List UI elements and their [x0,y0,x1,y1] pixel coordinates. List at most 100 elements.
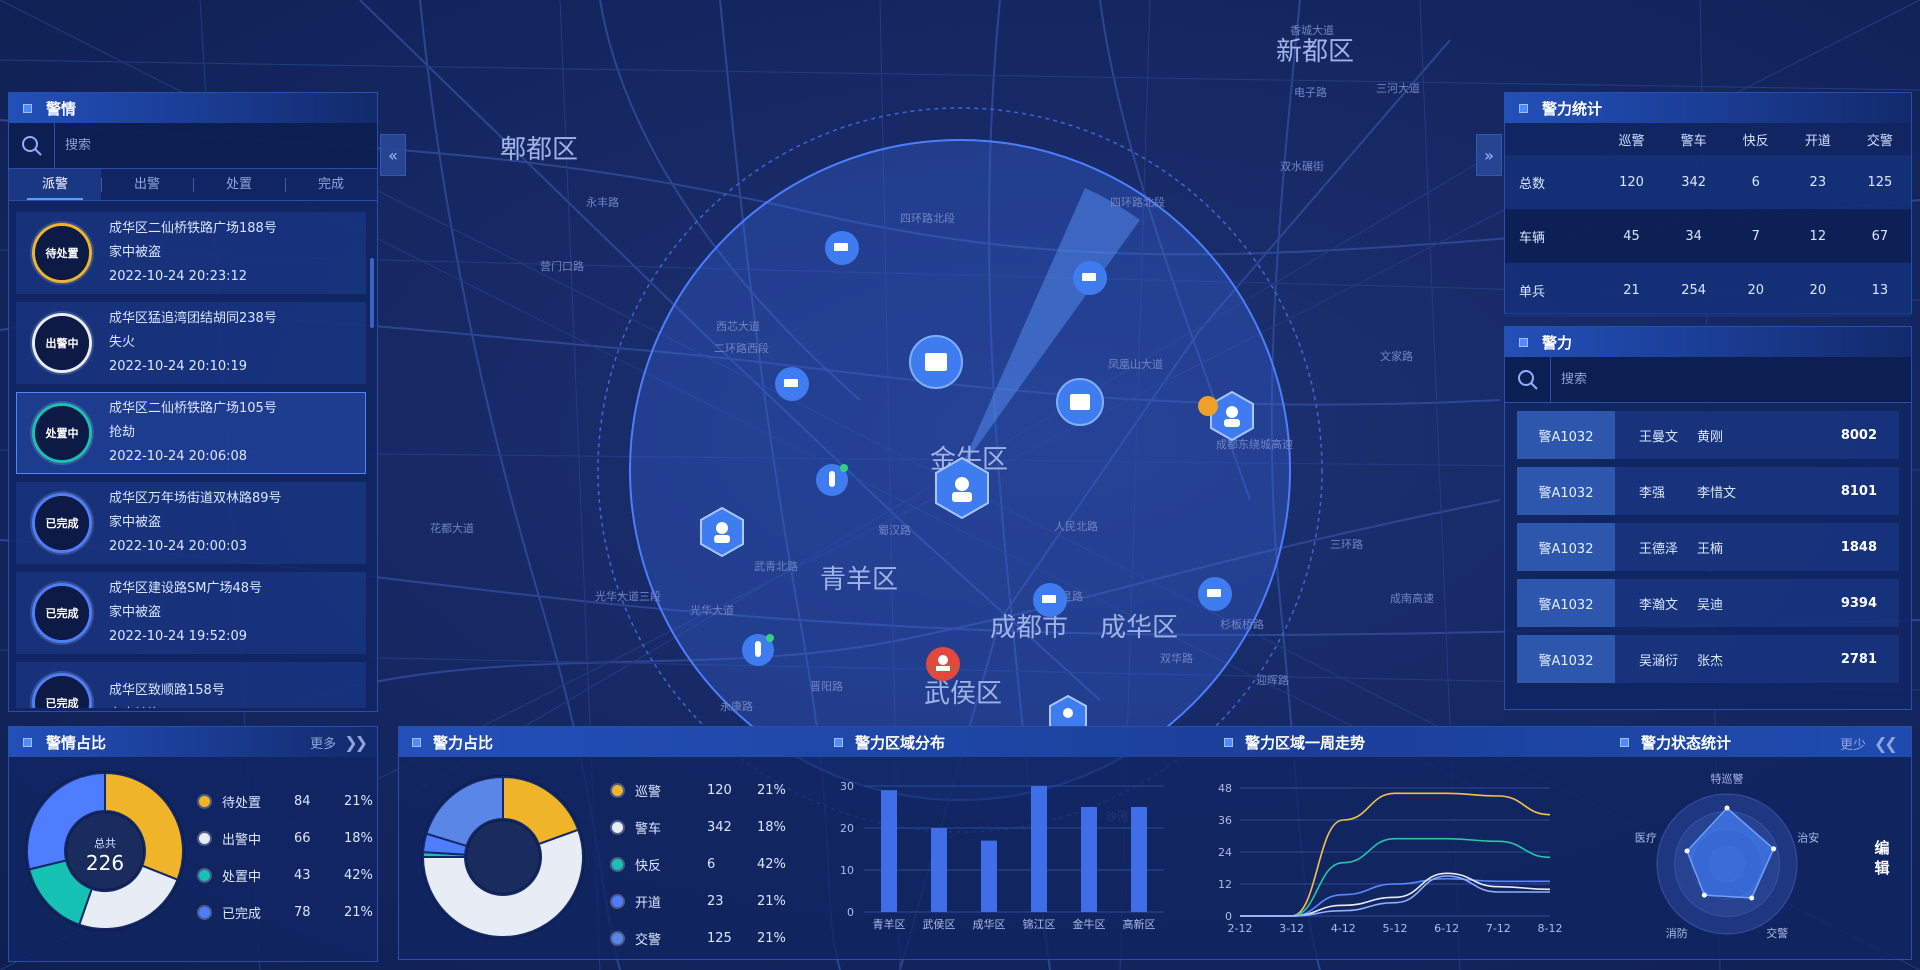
bar [1131,807,1147,912]
x-tick-label: 4-12 [1331,922,1356,935]
force-stats-panel: 警力统计 巡警 警车 快反 开道 交警 总数 120 342 6 23 125 车辆 45 34 7 12 67… [1504,92,1912,317]
camera-marker-icon[interactable] [1073,261,1107,295]
region-bar-chart: 0 10 20 30 青羊区 武侯区 成华区 锦江区 金牛区 高新区 [840,780,1164,931]
alert-item[interactable]: 待处置 成华区二仙桥铁路广场188号 家中被盗 2022-10-24 20:23:12 [16,212,366,294]
legend-dot-icon [199,833,210,844]
legend-item: 快反 6 42% [612,846,786,883]
alert-address: 成华区二仙桥铁路广场105号 [109,401,277,416]
stats-cell: 13 [1848,263,1911,317]
stats-cell: 45 [1600,209,1663,263]
alert-item[interactable]: 处置中 成华区二仙桥铁路广场105号 抢劫 2022-10-24 20:06:08 [16,392,366,474]
total-label: 总共 [94,837,116,850]
camera-marker-icon[interactable] [1033,583,1067,617]
legend-label: 处置中 [222,870,262,885]
road-label: 迎晖路 [1256,674,1289,687]
stats-column-header: 警车 [1680,133,1707,149]
force-code: 警A1032 [1517,411,1615,459]
force-item[interactable]: 警A1032 王曼文 黄刚 8002 [1517,411,1899,459]
legend-label: 巡警 [635,785,662,800]
force-code: 警A1032 [1517,467,1615,515]
alert-type: 失火 [109,335,136,350]
less-button[interactable]: 更少 ❮❮ [1840,734,1898,753]
left-collapse-button[interactable]: « [380,134,406,176]
radar-point [1771,846,1777,852]
person-marker-icon[interactable] [816,464,848,496]
alert-ratio-legend: 待处置 84 21% 出警中 66 18% 处置中 43 42% 已完成 78 21% [199,783,373,931]
force-name2: 黄刚 [1697,429,1724,445]
alert-item[interactable]: 已完成成华区致顺路158号家中被盗 [16,662,366,708]
bar [931,828,947,912]
force-item[interactable]: 警A1032 李强 李惜文 8101 [1517,467,1899,515]
phone-marker-icon[interactable] [1198,396,1218,416]
total-value: 226 [85,851,125,875]
y-tick-label: 0 [847,906,854,919]
profile-marker-icon[interactable] [909,335,963,389]
square-icon [1519,103,1528,113]
right-collapse-button[interactable]: » [1476,134,1502,176]
dashboard: 郫都区 新都区 金牛区 青羊区 成都市 成华区 武侯区 四环路北段 四环路北段 西芯大道 二环路西… [0,0,1920,970]
district-label: 青羊区 [820,565,898,595]
legend-value: 120 [707,783,732,798]
alert-list-scrollbar[interactable] [370,258,374,328]
legend-pct: 21% [757,931,786,946]
x-tick-label: 高新区 [1123,917,1156,931]
more-button[interactable]: 更多 ❯❯ [310,732,368,752]
tab-1[interactable]: 出警 [101,169,193,200]
alerts-search-input[interactable] [55,138,355,153]
square-icon [1620,738,1629,747]
alert-item[interactable]: 已完成 成华区建设路SM广场48号 家中被盗 2022-10-24 19:52:09 [16,572,366,654]
alert-list: 待处置 成华区二仙桥铁路广场188号 家中被盗 2022-10-24 20:23:12… [8,208,368,708]
force-item[interactable]: 警A1032 吴涵衍 张杰 2781 [1517,635,1899,683]
chevron-left-icon: « [388,145,398,165]
status-radar-chart: 特巡警治安交警 消防 医疗 [1635,772,1819,940]
force-stats-title: 警力统计 [1542,99,1603,118]
radar-axis-label: 特巡警 [1711,772,1744,786]
tab-0[interactable]: 派警 [9,169,101,200]
less-label: 更少 [1840,738,1867,753]
district-label: 郫都区 [500,135,578,165]
tab-3[interactable]: 完成 [285,169,377,200]
weekly-trend-title: 警力区域一周走势 [1245,734,1366,752]
force-code: 警A1032 [1517,523,1615,571]
alert-marker-icon[interactable] [926,647,960,681]
force-num: 9394 [1840,595,1877,611]
x-tick-label: 成华区 [973,917,1006,931]
legend-dot-icon [199,796,210,807]
camera-marker-icon[interactable] [775,367,809,401]
square-icon [23,737,32,747]
force-num: 8002 [1840,427,1877,443]
legend-item: 巡警 120 21% [612,772,786,809]
stats-cell: 7 [1724,209,1787,263]
profile-marker-icon[interactable] [1056,378,1104,426]
road-label: 香城大道 [1290,23,1334,37]
radar-axis-label: 医疗 [1635,831,1657,845]
edit-button[interactable]: 编辑 [1872,838,1892,878]
y-tick-label: 30 [840,780,854,793]
stats-column-header: 巡警 [1618,133,1645,149]
x-tick-label: 武侯区 [923,917,956,931]
legend-value: 6 [707,857,716,872]
x-tick-label: 3-12 [1279,922,1304,935]
road-label: 四环路北段 [900,211,955,225]
legend-label: 开道 [635,896,662,911]
force-search-input[interactable] [1551,372,1851,387]
search-icon[interactable] [9,122,55,169]
person-marker-icon[interactable] [742,634,774,666]
alert-status-badge: 出警中 [35,316,89,370]
double-chevron-right-icon: ❯❯ [344,732,368,752]
alert-status-badge: 处置中 [35,406,89,460]
tab-2[interactable]: 处置 [193,169,285,200]
stats-cell: 20 [1786,263,1849,317]
x-tick-label: 金牛区 [1073,917,1106,931]
alert-item[interactable]: 已完成 成华区万年场街道双林路89号 家中被盗 2022-10-24 20:00:03 [16,482,366,564]
camera-marker-icon[interactable] [825,231,859,265]
radar-axis-label: 治安 [1797,831,1819,845]
legend-label: 快反 [635,859,662,874]
search-icon[interactable] [1505,356,1551,403]
y-tick-label: 36 [1218,814,1232,827]
camera-marker-icon[interactable] [1198,577,1232,611]
alert-type: 家中被盗 [109,605,162,620]
alert-item[interactable]: 出警中 成华区猛追湾团结胡同238号 失火 2022-10-24 20:10:19 [16,302,366,384]
force-item[interactable]: 警A1032 王德泽 王楠 1848 [1517,523,1899,571]
force-item[interactable]: 警A1032 李瀚文 吴迪 9394 [1517,579,1899,627]
